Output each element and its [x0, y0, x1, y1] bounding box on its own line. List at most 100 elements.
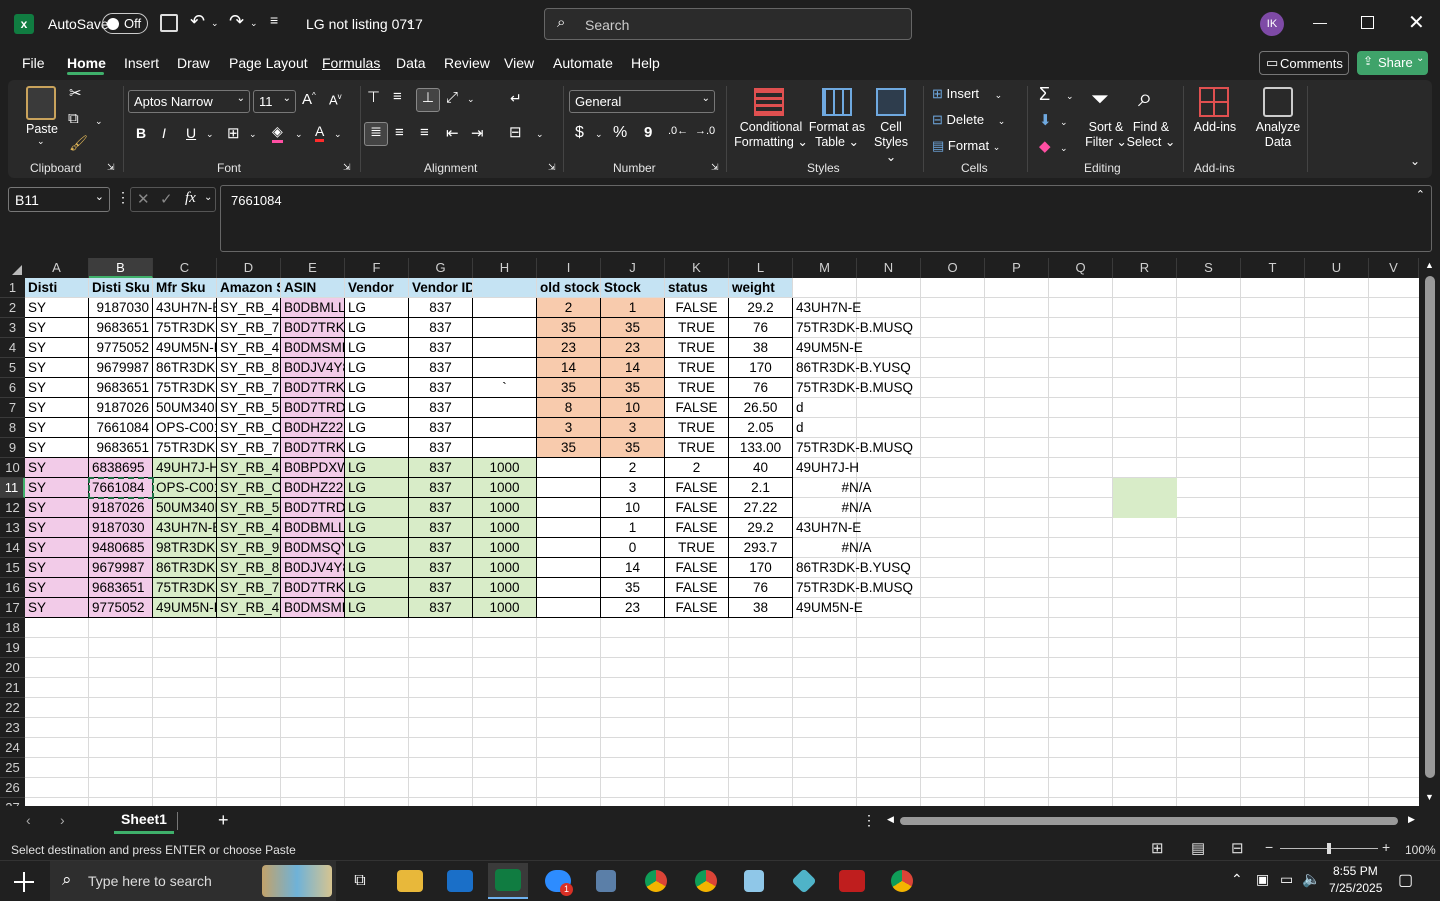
- cell[interactable]: [921, 578, 985, 598]
- notepad-icon[interactable]: [734, 863, 774, 899]
- column-header-c[interactable]: C: [153, 258, 217, 278]
- data-cell[interactable]: SY_RB_86T: [217, 558, 281, 578]
- cell[interactable]: [537, 798, 601, 806]
- formula-collapse-icon[interactable]: ⌃: [1416, 188, 1425, 201]
- cell[interactable]: [665, 738, 729, 758]
- data-cell[interactable]: B0D7TRKP: [281, 578, 345, 598]
- cell[interactable]: [921, 738, 985, 758]
- row-header-15[interactable]: 15: [0, 558, 25, 578]
- find-select-button[interactable]: Find & Select ⌄: [1126, 120, 1176, 150]
- cell[interactable]: [281, 678, 345, 698]
- data-cell[interactable]: B0DJV4Y8: [281, 358, 345, 378]
- cell[interactable]: [1113, 698, 1177, 718]
- cell[interactable]: [1049, 658, 1113, 678]
- column-header-m[interactable]: M: [793, 258, 857, 278]
- data-cell[interactable]: B0DBMLLV: [281, 298, 345, 318]
- zoom-app-icon[interactable]: 1: [538, 863, 578, 899]
- cell[interactable]: [1369, 638, 1419, 658]
- data-cell[interactable]: 35: [537, 378, 601, 398]
- cell[interactable]: [1241, 698, 1305, 718]
- data-cell[interactable]: #N/A: [793, 538, 921, 558]
- cell[interactable]: [345, 638, 409, 658]
- name-box[interactable]: B11 ⌄: [8, 187, 110, 212]
- row-header-10[interactable]: 10: [0, 458, 25, 478]
- zoom-slider[interactable]: [1280, 843, 1378, 854]
- filezilla-icon[interactable]: [832, 863, 872, 899]
- cell[interactable]: [89, 718, 153, 738]
- data-cell[interactable]: SY_RB_75T: [217, 378, 281, 398]
- cell[interactable]: [1241, 338, 1305, 358]
- delete-cells-button[interactable]: ⊟ Delete ⌄: [932, 112, 1005, 128]
- cell[interactable]: [1241, 498, 1305, 518]
- cell[interactable]: [1369, 338, 1419, 358]
- data-cell[interactable]: SY_RB_75T: [217, 578, 281, 598]
- cell[interactable]: [1369, 298, 1419, 318]
- cell[interactable]: [1241, 778, 1305, 798]
- cell[interactable]: [665, 678, 729, 698]
- cell[interactable]: [921, 498, 985, 518]
- cell[interactable]: [1305, 578, 1369, 598]
- volume-icon[interactable]: 🔈: [1302, 870, 1321, 888]
- clock-time[interactable]: 8:55 PM: [1333, 864, 1378, 878]
- scroll-left-icon[interactable]: ◀: [887, 814, 894, 825]
- cut-icon[interactable]: ✂: [69, 84, 82, 102]
- cell[interactable]: [1369, 578, 1419, 598]
- data-cell[interactable]: 9683651: [89, 378, 153, 398]
- cell[interactable]: [89, 618, 153, 638]
- data-cell[interactable]: TRUE: [665, 318, 729, 338]
- data-cell[interactable]: [473, 438, 537, 458]
- cell[interactable]: [1369, 598, 1419, 618]
- cell[interactable]: [921, 338, 985, 358]
- cell[interactable]: [25, 778, 89, 798]
- cell[interactable]: [1113, 378, 1177, 398]
- data-cell[interactable]: 837: [409, 298, 473, 318]
- data-cell[interactable]: 76: [729, 578, 793, 598]
- data-cell[interactable]: 9683651: [89, 318, 153, 338]
- cell[interactable]: [665, 798, 729, 806]
- data-cell[interactable]: 1000: [473, 518, 537, 538]
- data-cell[interactable]: TRUE: [665, 538, 729, 558]
- data-cell[interactable]: 35: [601, 578, 665, 598]
- cell[interactable]: [985, 298, 1049, 318]
- percent-button[interactable]: %: [613, 124, 627, 142]
- data-cell[interactable]: B0D7TRD3: [281, 398, 345, 418]
- cell[interactable]: [89, 738, 153, 758]
- data-cell[interactable]: 7661084: [89, 418, 153, 438]
- data-cell[interactable]: 86TR3DK-B.YUSQ: [793, 558, 921, 578]
- cancel-icon[interactable]: ✕: [137, 190, 150, 208]
- data-cell[interactable]: SY: [25, 418, 89, 438]
- copy-icon[interactable]: ⧉: [68, 110, 79, 127]
- scroll-right-icon[interactable]: ▶: [1408, 814, 1415, 825]
- task-view-icon[interactable]: ⧉: [340, 863, 380, 899]
- data-cell[interactable]: 29.2: [729, 518, 793, 538]
- data-cell[interactable]: 1000: [473, 538, 537, 558]
- cell[interactable]: [537, 698, 601, 718]
- addins-button[interactable]: Add-ins: [1190, 120, 1240, 135]
- cell[interactable]: [921, 798, 985, 806]
- cell[interactable]: [153, 698, 217, 718]
- cell[interactable]: [985, 678, 1049, 698]
- row-header-18[interactable]: 18: [0, 618, 25, 638]
- cell[interactable]: [729, 698, 793, 718]
- cell[interactable]: [985, 558, 1049, 578]
- tray-chevron-icon[interactable]: ⌃: [1231, 871, 1243, 888]
- cell[interactable]: [857, 698, 921, 718]
- cell[interactable]: [153, 758, 217, 778]
- cell[interactable]: [1177, 638, 1241, 658]
- cell[interactable]: [1369, 618, 1419, 638]
- cell[interactable]: [1305, 618, 1369, 638]
- column-header-j[interactable]: J: [601, 258, 665, 278]
- cell[interactable]: [985, 718, 1049, 738]
- data-cell[interactable]: SY_RB_49U: [217, 338, 281, 358]
- cell[interactable]: [473, 778, 537, 798]
- cell[interactable]: [281, 798, 345, 806]
- cell[interactable]: [1049, 358, 1113, 378]
- cell[interactable]: [601, 618, 665, 638]
- cell[interactable]: [729, 678, 793, 698]
- data-cell[interactable]: LG: [345, 458, 409, 478]
- cell[interactable]: [1369, 538, 1419, 558]
- cell[interactable]: [25, 638, 89, 658]
- menu-help[interactable]: Help: [631, 55, 660, 71]
- cell[interactable]: [217, 798, 281, 806]
- cell[interactable]: [1369, 318, 1419, 338]
